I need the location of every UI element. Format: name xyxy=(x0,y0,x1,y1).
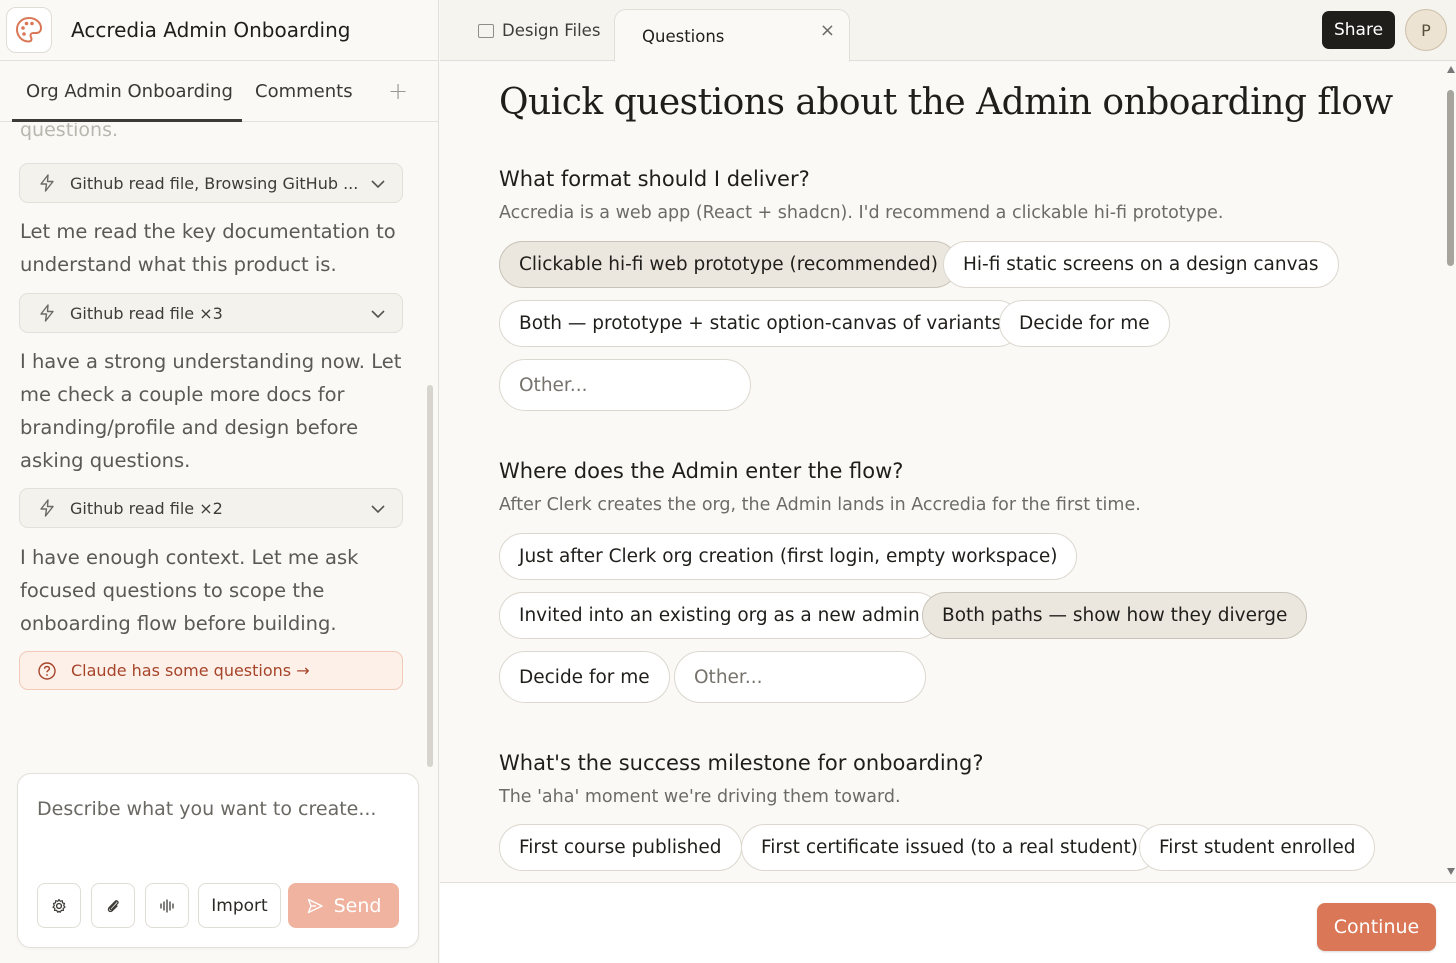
tab-design-files[interactable]: Design Files xyxy=(478,0,600,61)
page-title: Quick questions about the Admin onboardi… xyxy=(499,82,1393,123)
question-circle-icon xyxy=(38,661,56,680)
app-title: Accredia Admin Onboarding xyxy=(71,18,351,42)
chat-scrollbar[interactable] xyxy=(427,385,433,767)
settings-button[interactable] xyxy=(37,883,81,928)
tool-call-collapsible[interactable]: Github read file, Browsing GitHub ... xyxy=(19,163,403,203)
share-button[interactable]: Share xyxy=(1322,11,1395,49)
send-label: Send xyxy=(333,894,382,917)
question-subtitle: Accredia is a web app (React + shadcn). … xyxy=(499,203,1224,223)
tab-comments[interactable]: Comments xyxy=(255,81,353,102)
tab-design-files-label: Design Files xyxy=(502,21,601,40)
voice-button[interactable] xyxy=(145,883,189,928)
form-footer: Continue xyxy=(440,882,1456,963)
chevron-down-icon xyxy=(371,310,385,319)
send-icon xyxy=(307,898,323,913)
palette-icon[interactable] xyxy=(6,7,52,53)
tool-call-label: Github read file, Browsing GitHub ... xyxy=(70,173,359,193)
send-button[interactable]: Send xyxy=(288,883,399,928)
question-title: What format should I deliver? xyxy=(499,167,810,191)
scroll-down-arrow[interactable] xyxy=(1447,868,1455,875)
bolt-icon xyxy=(40,499,54,517)
chat-history: questions. Github read file, Browsing Gi… xyxy=(0,123,438,773)
tool-call-collapsible[interactable]: Github read file ×2 xyxy=(19,488,403,528)
left-tabs: Org Admin Onboarding Comments + xyxy=(0,61,438,122)
tab-questions-label: Questions xyxy=(642,26,725,46)
paperclip-icon xyxy=(107,899,119,912)
option-pill[interactable]: Invited into an existing org as a new ad… xyxy=(499,592,940,639)
question-subtitle: The 'aha' moment we're driving them towa… xyxy=(499,787,901,807)
option-pill[interactable]: Decide for me xyxy=(499,651,670,703)
option-pill-selected[interactable]: Clickable hi-fi web prototype (recommend… xyxy=(499,241,959,288)
continue-button[interactable]: Continue xyxy=(1317,903,1436,951)
file-icon xyxy=(478,23,494,38)
chevron-down-icon xyxy=(371,180,385,189)
avatar[interactable]: P xyxy=(1405,9,1447,51)
assistant-message: Let me read the key documentation to und… xyxy=(20,220,396,276)
app-header: Accredia Admin Onboarding xyxy=(0,0,438,61)
option-pill[interactable]: First course published xyxy=(499,824,742,871)
option-pill[interactable]: Both — prototype + static option-canvas … xyxy=(499,300,1022,347)
import-button[interactable]: Import xyxy=(198,883,281,928)
bolt-icon xyxy=(40,174,54,192)
file-tabs-bar: Design Files Questions × Share P xyxy=(440,0,1456,62)
questions-form: Quick questions about the Admin onboardi… xyxy=(440,62,1456,882)
assistant-message: I have a strong understanding now. Let m… xyxy=(20,350,402,472)
chevron-down-icon xyxy=(371,505,385,514)
bolt-icon xyxy=(40,304,54,322)
chat-panel: Accredia Admin Onboarding Org Admin Onbo… xyxy=(0,0,439,963)
active-tab-indicator xyxy=(12,119,242,122)
composer: Import Send xyxy=(17,773,419,948)
option-pill[interactable]: First student enrolled xyxy=(1139,824,1376,871)
option-pill[interactable]: Hi-fi static screens on a design canvas xyxy=(943,241,1339,288)
content-scrollbar[interactable] xyxy=(1445,62,1456,882)
claude-questions-link[interactable]: Claude has some questions → xyxy=(19,651,403,690)
claude-questions-label: Claude has some questions → xyxy=(71,661,310,680)
tool-call-label: Github read file ×2 xyxy=(70,498,223,518)
add-tab-button[interactable]: + xyxy=(388,77,408,105)
assistant-message: I have enough context. Let me ask focuse… xyxy=(20,546,359,635)
scroll-thumb[interactable] xyxy=(1447,90,1454,266)
scroll-up-arrow[interactable] xyxy=(1447,66,1455,73)
option-pill[interactable]: Decide for me xyxy=(999,300,1170,347)
prompt-input[interactable] xyxy=(37,798,397,820)
attach-button[interactable] xyxy=(91,883,135,928)
tool-call-collapsible[interactable]: Github read file ×3 xyxy=(19,293,403,333)
chat-text-faded: questions. xyxy=(20,123,119,141)
option-pill[interactable]: First certificate issued (to a real stud… xyxy=(741,824,1158,871)
question-subtitle: After Clerk creates the org, the Admin l… xyxy=(499,495,1141,515)
option-pill[interactable]: Just after Clerk org creation (first log… xyxy=(499,533,1078,580)
tab-org-admin-onboarding[interactable]: Org Admin Onboarding xyxy=(26,81,233,102)
question-title: Where does the Admin enter the flow? xyxy=(499,459,904,483)
waveform-icon xyxy=(160,898,174,913)
option-pill-selected[interactable]: Both paths — show how they diverge xyxy=(922,592,1308,639)
tool-call-label: Github read file ×3 xyxy=(70,303,223,323)
other-input[interactable]: Other... xyxy=(499,359,751,411)
other-input[interactable]: Other... xyxy=(674,651,926,703)
tab-questions[interactable]: Questions × xyxy=(614,9,850,62)
close-icon[interactable]: × xyxy=(820,20,835,41)
gear-icon xyxy=(52,898,66,913)
question-title: What's the success milestone for onboard… xyxy=(499,751,984,775)
